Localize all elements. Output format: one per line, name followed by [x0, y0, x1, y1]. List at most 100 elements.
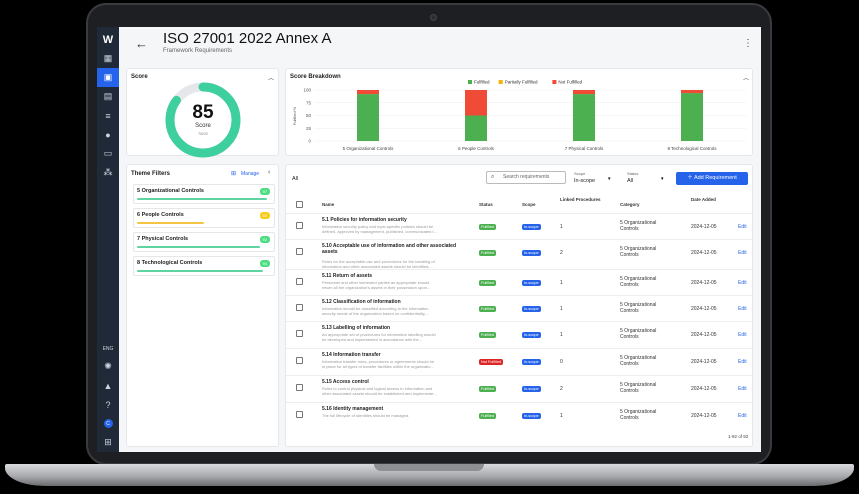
requirement-name[interactable]: 5.15 Access control — [322, 379, 467, 385]
theme-filter-item[interactable]: 5 Organizational Controls 97 — [133, 184, 275, 204]
table-row[interactable]: 5.10 Acceptable use of information and o… — [286, 239, 752, 269]
x-tick-label: 8 Technological Controls — [668, 146, 718, 151]
requirement-description: Personnel and other interested parties a… — [322, 280, 431, 290]
theme-filter-badge: 92 — [259, 236, 270, 243]
col-linked[interactable]: Linked Procedures — [560, 197, 601, 202]
search-input[interactable]: ⌕ Search requirements — [486, 171, 566, 184]
requirement-name[interactable]: 5.14 Information transfer — [322, 352, 467, 358]
scope-badge: In-scope — [522, 413, 541, 419]
checklist-icon[interactable]: ≡ — [97, 106, 119, 125]
avatar[interactable]: C — [103, 419, 113, 428]
requirement-name[interactable]: 5.12 Classification of information — [322, 299, 467, 305]
apps-grid-icon[interactable]: ⊞ — [97, 433, 119, 452]
chevron-down-icon[interactable]: ▾ — [661, 176, 664, 182]
folder-icon[interactable]: ▭ — [97, 144, 119, 163]
requirement-name[interactable]: 5.16 Identity management — [322, 406, 467, 412]
breakdown-chart: 0 25 50 75 100 Fulfilled % Fulfilled Partially … — [292, 80, 746, 151]
edit-link[interactable]: Edit — [738, 332, 747, 338]
bar-segment — [573, 94, 595, 141]
date-added: 2024-12-05 — [691, 280, 717, 286]
language-selector[interactable]: ENG — [103, 341, 114, 357]
x-tick-label: 5 Organizational Controls — [343, 146, 395, 151]
row-checkbox[interactable] — [296, 330, 303, 337]
theme-filter-name: 6 People Controls — [137, 212, 184, 218]
y-tick-label: 0 — [308, 139, 311, 144]
theme-filter-badge: 97 — [259, 188, 270, 195]
col-category[interactable]: Category — [620, 202, 640, 207]
back-arrow-icon[interactable]: ← — [135, 36, 148, 51]
table-row[interactable]: 5.11 Return of assets Personnel and othe… — [286, 269, 752, 296]
more-options-icon[interactable]: ⋮ — [743, 38, 753, 49]
manage-link[interactable]: Manage — [241, 171, 259, 177]
edit-link[interactable]: Edit — [738, 250, 747, 256]
category: 5 Organizational Controls — [620, 409, 657, 421]
team-icon[interactable]: ⁂ — [97, 163, 119, 182]
help-icon[interactable]: ? — [97, 395, 119, 414]
edit-link[interactable]: Edit — [738, 280, 747, 286]
date-added: 2024-12-05 — [691, 306, 717, 312]
gear-icon[interactable]: ✺ — [97, 357, 119, 376]
table-row[interactable]: 5.14 Information transfer Information tr… — [286, 348, 752, 375]
manage-icon[interactable]: ⊞ — [231, 170, 236, 177]
requirement-name[interactable]: 5.1 Policies for information security — [322, 217, 467, 223]
linked-procedures: 1 — [560, 306, 563, 312]
app-logo[interactable]: W — [103, 31, 113, 49]
row-checkbox[interactable] — [296, 248, 303, 255]
edit-link[interactable]: Edit — [738, 224, 747, 230]
category: 5 Organizational Controls — [620, 246, 657, 258]
col-date[interactable]: Date Added — [691, 197, 716, 202]
collapse-icon[interactable]: ‹ — [268, 169, 270, 176]
theme-filters-card: Theme Filters ⊞ Manage ‹ 5 Organizationa… — [126, 164, 279, 447]
scope-badge: In-scope — [522, 386, 541, 392]
scope-badge: In-scope — [522, 332, 541, 338]
linked-procedures: 1 — [560, 224, 563, 230]
legend-swatch — [498, 80, 503, 84]
table-row[interactable]: 5.13 Labelling of information An appropr… — [286, 321, 752, 348]
theme-filter-item[interactable]: 8 Technological Controls 94 — [133, 256, 275, 276]
id-card-icon[interactable]: ▤ — [97, 87, 119, 106]
status-badge: Fulfilled — [479, 386, 497, 392]
requirement-name[interactable]: 5.10 Acceptable use of information and o… — [322, 243, 467, 255]
chevron-down-icon[interactable]: ▾ — [608, 176, 611, 182]
requirement-description: The full lifecycle of identities should … — [322, 413, 410, 418]
row-checkbox[interactable] — [296, 384, 303, 391]
camera — [430, 14, 437, 21]
status-select[interactable]: All — [627, 178, 633, 184]
page-header: ← ISO 27001 2022 Annex A Framework Requi… — [119, 27, 761, 63]
score-value: 85 — [192, 102, 214, 123]
scope-badge: In-scope — [522, 280, 541, 286]
row-checkbox[interactable] — [296, 222, 303, 229]
filter-all-label[interactable]: All — [292, 176, 298, 182]
requirement-name[interactable]: 5.11 Return of assets — [322, 273, 467, 279]
add-requirement-button[interactable]: ＋ Add Requirement — [676, 172, 748, 185]
col-status[interactable]: Status — [479, 202, 493, 207]
table-row[interactable]: 5.16 Identity management The full lifecy… — [286, 402, 752, 429]
theme-filter-item[interactable]: 6 People Controls 50 — [133, 208, 275, 228]
table-row[interactable]: 5.1 Policies for information security In… — [286, 213, 752, 240]
select-all-checkbox[interactable] — [296, 201, 303, 208]
status-badge: Fulfilled — [479, 280, 497, 286]
building-icon[interactable]: ▦ — [97, 49, 119, 68]
col-scope[interactable]: Scope — [522, 202, 536, 207]
page-subtitle: Framework Requirements — [163, 48, 233, 54]
row-checkbox[interactable] — [296, 357, 303, 364]
theme-filter-item[interactable]: 7 Physical Controls 92 — [133, 232, 275, 252]
scope-select[interactable]: In-scope — [574, 178, 595, 184]
edit-link[interactable]: Edit — [738, 359, 747, 365]
user-settings-icon[interactable]: ● — [97, 125, 119, 144]
row-checkbox[interactable] — [296, 304, 303, 311]
requirement-description: Rules for the acceptable use and procedu… — [322, 259, 435, 269]
edit-link[interactable]: Edit — [738, 413, 747, 419]
scope-select-label: Scope — [574, 171, 586, 176]
graduation-cap-icon[interactable]: ▲ — [97, 376, 119, 395]
edit-link[interactable]: Edit — [738, 386, 747, 392]
edit-link[interactable]: Edit — [738, 306, 747, 312]
col-name[interactable]: Name — [322, 202, 334, 207]
chevron-up-icon[interactable]: ︿ — [268, 73, 274, 82]
requirement-name[interactable]: 5.13 Labelling of information — [322, 325, 467, 331]
row-checkbox[interactable] — [296, 278, 303, 285]
dashboard-icon[interactable]: ▣ — [97, 68, 119, 87]
row-checkbox[interactable] — [296, 411, 303, 418]
table-row[interactable]: 5.15 Access control Rules to control phy… — [286, 375, 752, 402]
table-row[interactable]: 5.12 Classification of information Infor… — [286, 295, 752, 322]
